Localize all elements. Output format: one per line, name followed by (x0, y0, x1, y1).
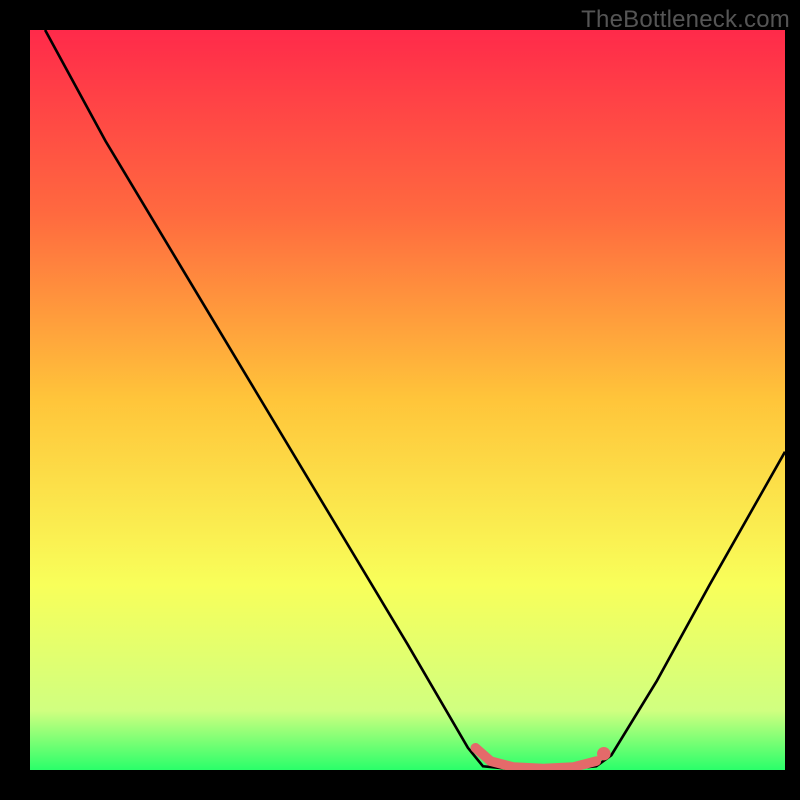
optimal-end-marker (597, 747, 611, 760)
watermark-label: TheBottleneck.com (581, 6, 790, 34)
chart-container: TheBottleneck.com (0, 0, 800, 800)
plot-area (30, 30, 785, 770)
bottleneck-curve (45, 30, 785, 770)
curves-layer (30, 30, 785, 770)
optimal-highlight (475, 748, 596, 769)
